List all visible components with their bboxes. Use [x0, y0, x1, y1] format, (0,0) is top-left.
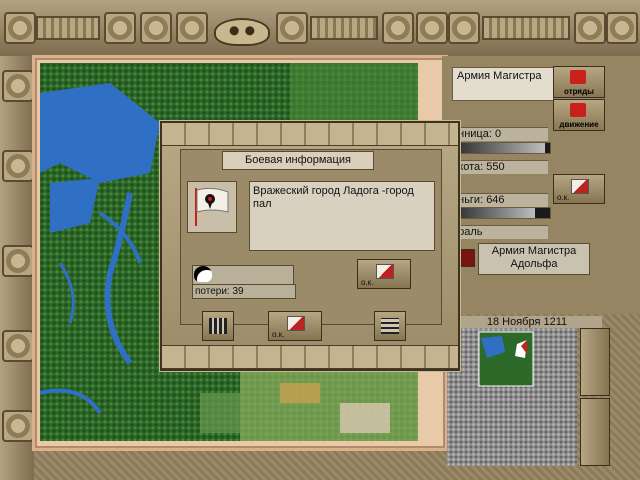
frame-ornament [448, 12, 480, 44]
frame-ornament [2, 330, 34, 362]
money-stat: еньги: 646 [452, 193, 548, 207]
frame-ornament [4, 12, 36, 44]
money-bar-fill [453, 208, 536, 218]
frame-ornament [104, 12, 136, 44]
army-name: Армия Магистра [452, 67, 554, 101]
panel-ok-label: о.к. [557, 193, 570, 202]
skull-icon [194, 266, 212, 282]
army-list-button[interactable] [202, 311, 234, 341]
ok-icon [571, 179, 589, 194]
ok-icon [287, 316, 305, 331]
game-screen: Армия Магистра отряды движение онница: 0… [0, 0, 640, 480]
frame-ornament [574, 12, 606, 44]
cavalry-bar [452, 142, 551, 154]
morale-stat: ораль [452, 225, 548, 239]
frame-ornament [2, 150, 34, 182]
frame-ornament [416, 12, 448, 44]
army-select-box[interactable]: Армия Магистра Адольфа [478, 243, 590, 275]
dialog-ok-button[interactable]: о.к. [357, 259, 411, 289]
panel-ok-button[interactable]: о.к. [553, 174, 605, 204]
frame-ornament [140, 12, 172, 44]
side-options-button[interactable] [580, 398, 610, 466]
frame-ornament [2, 245, 34, 277]
frame-ornament [176, 12, 208, 44]
dialog-ok-button-bottom[interactable]: о.к. [268, 311, 322, 341]
frame-ornament [36, 16, 100, 40]
side-scroll-button[interactable] [580, 328, 610, 396]
dialog-title: Боевая информация [222, 151, 374, 170]
list-icon [381, 318, 399, 334]
move-icon [570, 103, 586, 117]
frame-ornament [310, 16, 378, 40]
frame-ornament [606, 12, 638, 44]
flag-panel [187, 181, 237, 233]
mini-map[interactable] [447, 328, 577, 466]
units-button[interactable]: отряды [553, 66, 605, 98]
dialog-top-ornament [162, 123, 458, 146]
losses-label: потери: 39 [192, 284, 296, 299]
frame-ornament [2, 410, 34, 442]
battle-message: Вражеский город Ладога -город пал [249, 181, 435, 251]
frame-ornament [382, 12, 414, 44]
flag-icon [195, 187, 229, 226]
frame-ornament [482, 16, 570, 40]
list-button[interactable] [374, 311, 406, 341]
units-label: отряды [564, 87, 594, 96]
skull-emblem-icon [214, 18, 270, 46]
units-icon [570, 70, 586, 84]
dialog-bottom-ornament [162, 345, 458, 369]
infantry-stat: ехота: 550 [452, 160, 548, 174]
move-label: движение [559, 120, 599, 129]
game-date: 18 Ноября 1211 [452, 316, 602, 328]
money-bar [452, 207, 551, 219]
army-icon [209, 318, 227, 334]
move-button[interactable]: движение [553, 99, 605, 131]
dialog-ok-label: о.к. [361, 278, 374, 287]
frame-ornament [2, 70, 34, 102]
dialog-ok-label-bottom: о.к. [272, 330, 285, 339]
ok-icon [376, 264, 394, 279]
cavalry-stat: онница: 0 [452, 127, 548, 141]
cavalry-bar-fill [453, 143, 546, 153]
frame-ornament [276, 12, 308, 44]
